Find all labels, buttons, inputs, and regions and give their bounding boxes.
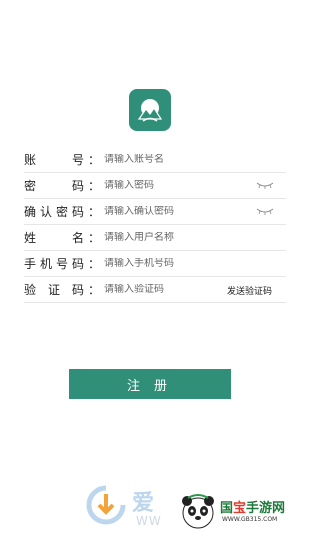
- password-row: 密 码 ：: [24, 173, 286, 199]
- password-label: 密 码: [24, 179, 84, 193]
- register-form: 账 号 ： 密 码 ： 确 认 密 码 ：: [24, 147, 286, 303]
- app-logo: [129, 89, 171, 131]
- verify-code-label: 验 证 码: [24, 283, 84, 297]
- refresh-arrow-watermark-icon: [86, 485, 126, 525]
- watermark-url: WWW.GB315.COM: [222, 516, 278, 523]
- mountain-logo-icon: [137, 99, 163, 122]
- account-label: 账 号: [24, 153, 84, 167]
- watermark-brand: 国宝手游网: [220, 501, 286, 516]
- name-input[interactable]: [104, 232, 286, 243]
- watermark-ww: WW: [136, 514, 162, 528]
- confirm-password-label: 确 认 密 码: [24, 205, 84, 219]
- name-label: 姓 名: [24, 231, 84, 245]
- send-code-button[interactable]: 发送验证码: [227, 284, 272, 297]
- account-row: 账 号 ：: [24, 147, 286, 173]
- name-row: 姓 名 ：: [24, 225, 286, 251]
- phone-label: 手 机 号 码: [24, 257, 84, 271]
- account-input[interactable]: [104, 154, 286, 165]
- phone-row: 手 机 号 码 ：: [24, 251, 286, 277]
- confirm-password-row: 确 认 密 码 ：: [24, 199, 286, 225]
- watermark-ai: 爱: [132, 491, 155, 516]
- panda-logo-icon: [182, 494, 214, 529]
- eye-closed-icon[interactable]: [256, 180, 274, 190]
- verify-code-row: 验 证 码 ： 发送验证码: [24, 277, 286, 303]
- register-button[interactable]: 注册: [69, 369, 231, 399]
- eye-closed-icon[interactable]: [256, 206, 274, 216]
- phone-input[interactable]: [104, 258, 286, 269]
